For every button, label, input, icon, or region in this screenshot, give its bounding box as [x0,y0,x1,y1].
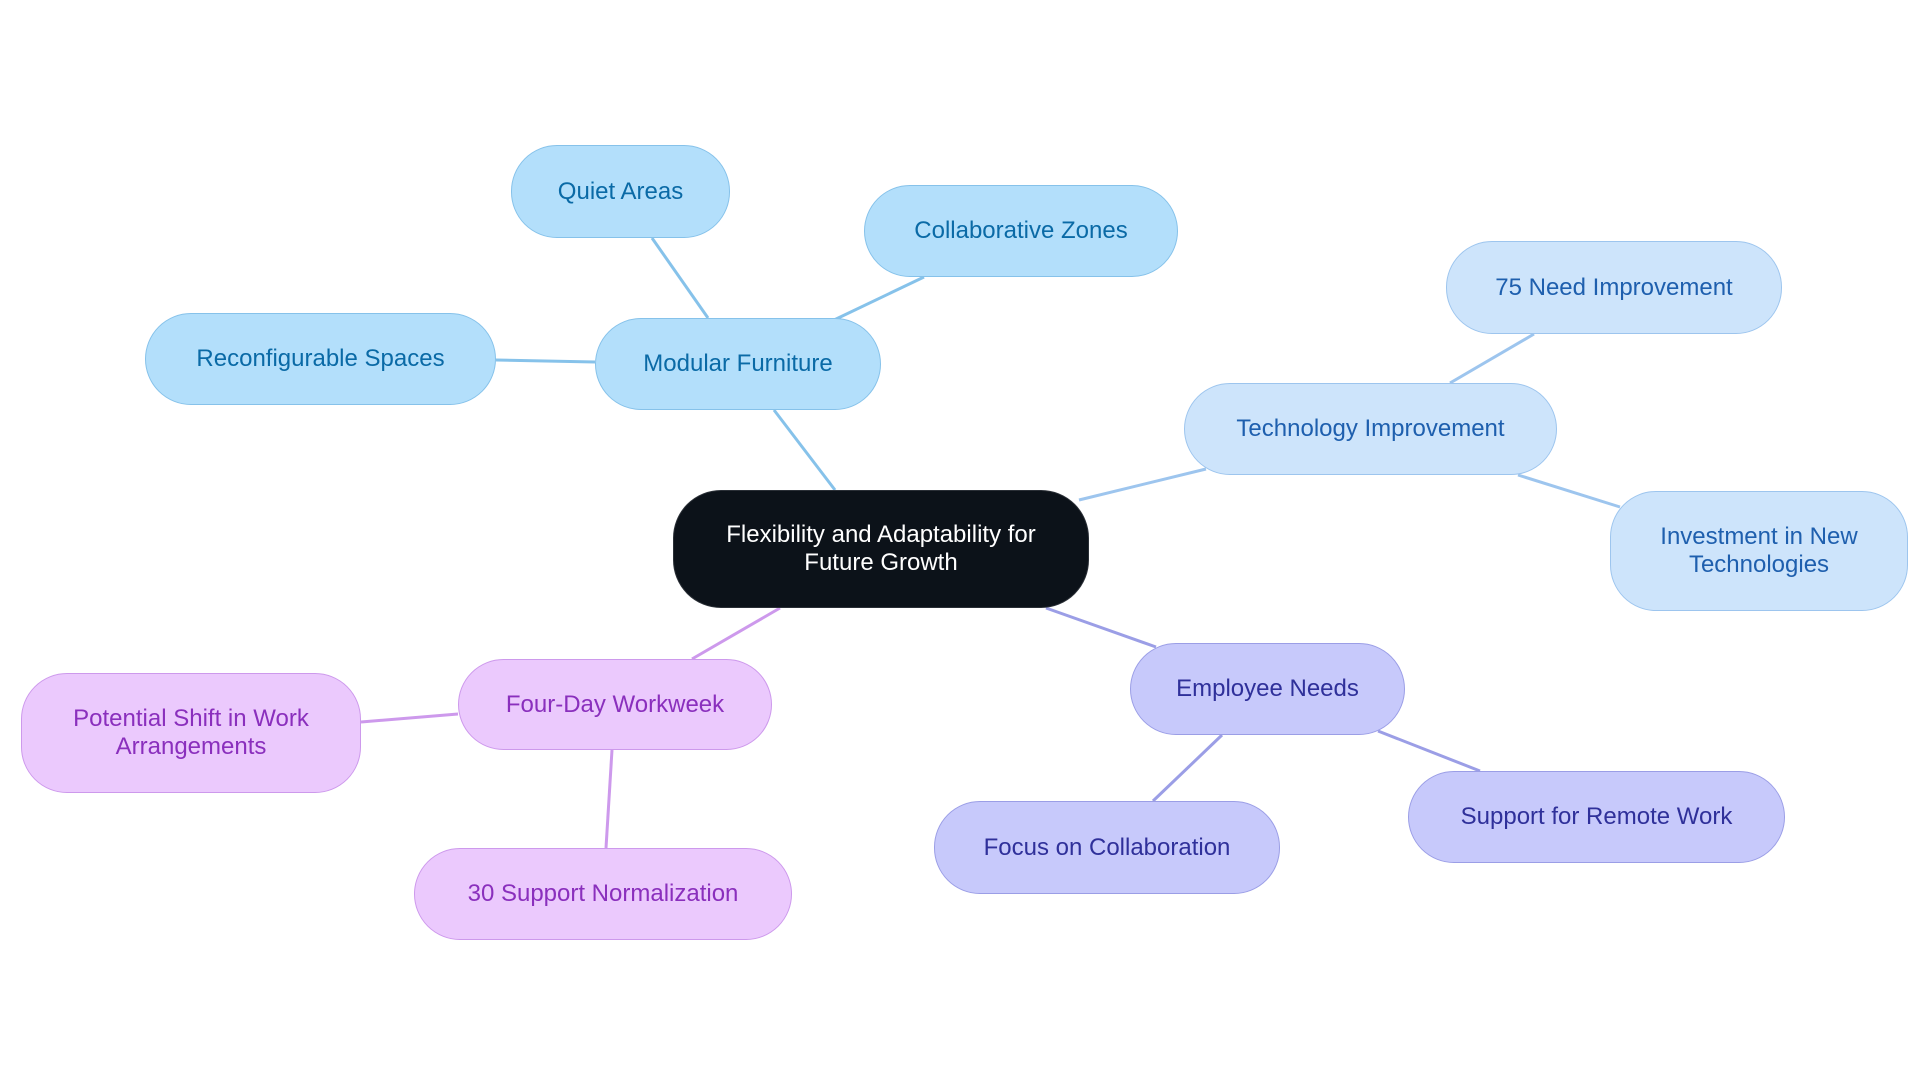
node-investment-new-technologies[interactable]: Investment in New Technologies [1610,491,1908,611]
node-label: Four-Day Workweek [505,690,725,718]
node-potential-shift[interactable]: Potential Shift in Work Arrangements [21,673,361,793]
node-label: 75 Need Improvement [1495,273,1733,301]
node-technology-improvement[interactable]: Technology Improvement [1184,383,1557,475]
edge-fourday-normalization [604,749,614,849]
edge-employee-focus-collab [1151,733,1224,803]
node-reconfigurable-spaces[interactable]: Reconfigurable Spaces [145,313,496,405]
node-label: Technology Improvement [1236,415,1505,442]
node-collaborative-zones[interactable]: Collaborative Zones [864,185,1178,277]
node-label: Reconfigurable Spaces [196,345,445,372]
node-label: 30 Support Normalization [467,880,739,907]
node-employee-needs[interactable]: Employee Needs [1130,643,1405,735]
root-node[interactable]: Flexibility and Adaptability for Future … [673,490,1089,608]
node-label: Collaborative Zones [914,217,1128,244]
edge-modular-quiet [650,237,710,319]
node-modular-furniture[interactable]: Modular Furniture [595,318,881,410]
edge-root-tech [1078,467,1207,502]
edge-tech-need-improve [1449,332,1535,385]
root-node-label: Flexibility and Adaptability for Future … [726,521,1036,576]
edge-root-fourday [691,606,781,661]
edge-root-modular [772,409,837,491]
node-label: Focus on Collaboration [983,833,1231,861]
edge-tech-investment [1517,473,1621,509]
edge-employee-remote [1377,729,1481,773]
node-label: Modular Furniture [643,350,833,377]
edge-modular-reconfig [495,358,596,364]
node-label: Investment in New Technologies [1660,523,1858,578]
node-quiet-areas[interactable]: Quiet Areas [511,145,730,238]
node-four-day-workweek[interactable]: Four-Day Workweek [458,659,772,750]
node-label: Employee Needs [1176,675,1359,702]
edge-modular-collab-zones [833,275,925,322]
node-label: Support for Remote Work [1460,803,1733,830]
edge-fourday-shift [360,712,459,724]
node-75-need-improvement[interactable]: 75 Need Improvement [1446,241,1782,334]
edge-root-employee [1045,606,1157,649]
node-label: Quiet Areas [557,177,684,205]
node-focus-on-collaboration[interactable]: Focus on Collaboration [934,801,1280,894]
node-30-support-normalization[interactable]: 30 Support Normalization [414,848,792,940]
node-label: Potential Shift in Work Arrangements [73,705,309,760]
node-support-remote-work[interactable]: Support for Remote Work [1408,771,1785,863]
